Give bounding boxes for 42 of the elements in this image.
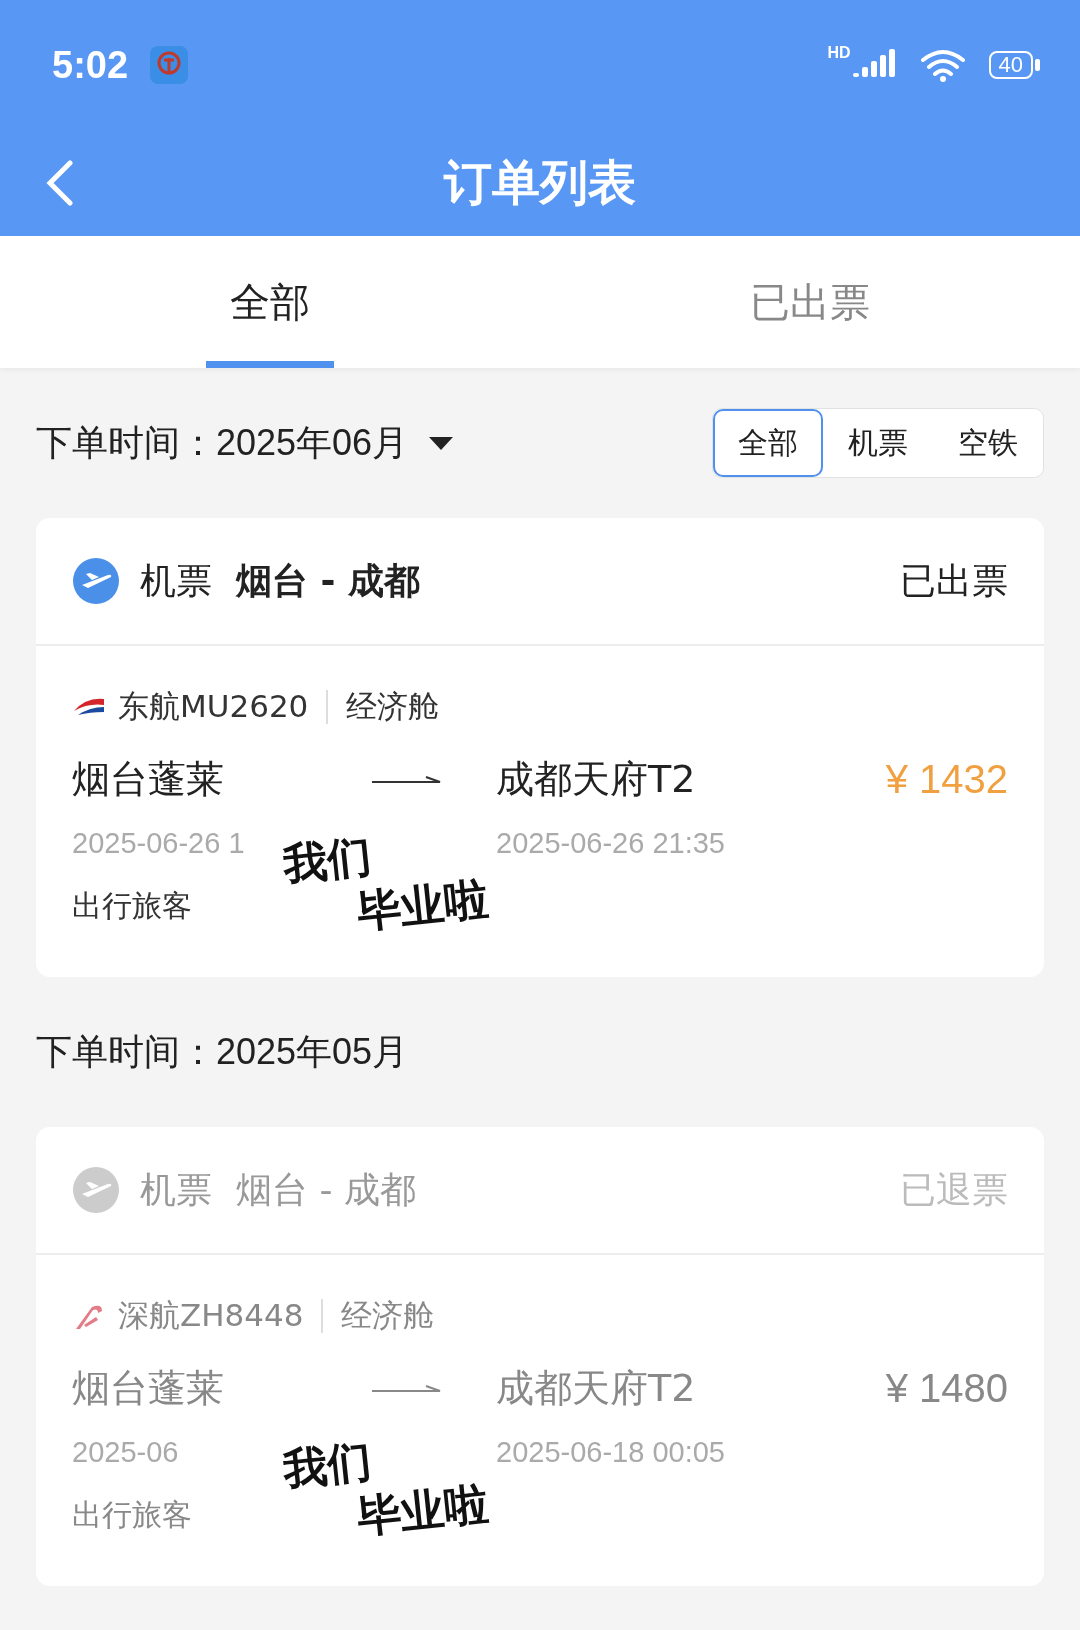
wifi-icon (918, 48, 967, 82)
sticker-text: 我们 (280, 828, 374, 890)
back-button[interactable] (44, 160, 74, 206)
tab[interactable]: 已出票 (540, 236, 1080, 368)
month-picker[interactable]: 2025年05月 (216, 1027, 409, 1077)
battery-level: 40 (988, 51, 1033, 79)
battery-tip-icon (1035, 59, 1040, 71)
price: ¥ 1432 (885, 757, 1008, 802)
plane-icon (72, 1166, 120, 1214)
departure-time: 2025-06-26 1 (72, 827, 245, 860)
price: ¥ 1480 (885, 1366, 1008, 1411)
plane-icon (72, 557, 120, 605)
arrival-time: 2025-06-26 21:35 (496, 827, 725, 860)
departure-airport: 烟台蓬莱 (72, 1365, 224, 1412)
network-label: HD (827, 44, 851, 62)
cabin-class: 经济舱 (341, 1296, 435, 1335)
flight-number: 东航MU2620 (118, 687, 309, 726)
dropdown-caret-icon[interactable] (428, 435, 455, 451)
route-text: 烟台 - 成都 (236, 1167, 416, 1212)
route-text: 烟台 - 成都 (236, 558, 420, 603)
order-type: 机票 (140, 558, 212, 603)
sticker-text: 我们 (280, 1433, 374, 1495)
arrival-time: 2025-06-18 00:05 (496, 1436, 725, 1469)
passenger-label: 出行旅客 (72, 1496, 192, 1534)
page-title: 订单列表 (444, 153, 636, 212)
app-icon (150, 46, 189, 84)
tab[interactable]: 全部 (0, 236, 540, 368)
filter-chip[interactable]: 全部 (713, 409, 823, 477)
order-type: 机票 (140, 1167, 212, 1212)
order-status: 已出票 (900, 558, 1008, 603)
month-picker[interactable]: 2025年06月 (216, 418, 409, 468)
passenger-label: 出行旅客 (72, 887, 192, 925)
arrival-airport: 成都天府T2 (496, 756, 696, 803)
departure-airport: 烟台蓬莱 (72, 756, 224, 803)
order-time-label: 下单时间： (36, 420, 216, 465)
departure-time: 2025-06 (72, 1436, 179, 1469)
arrival-airport: 成都天府T2 (496, 1365, 696, 1412)
flight-number: 深航ZH8448 (118, 1296, 304, 1335)
order-status: 已退票 (900, 1167, 1008, 1212)
status-time: 5:02 (52, 43, 129, 87)
cabin-class: 经济舱 (346, 687, 440, 726)
order-time-label: 下单时间： (36, 1029, 216, 1074)
